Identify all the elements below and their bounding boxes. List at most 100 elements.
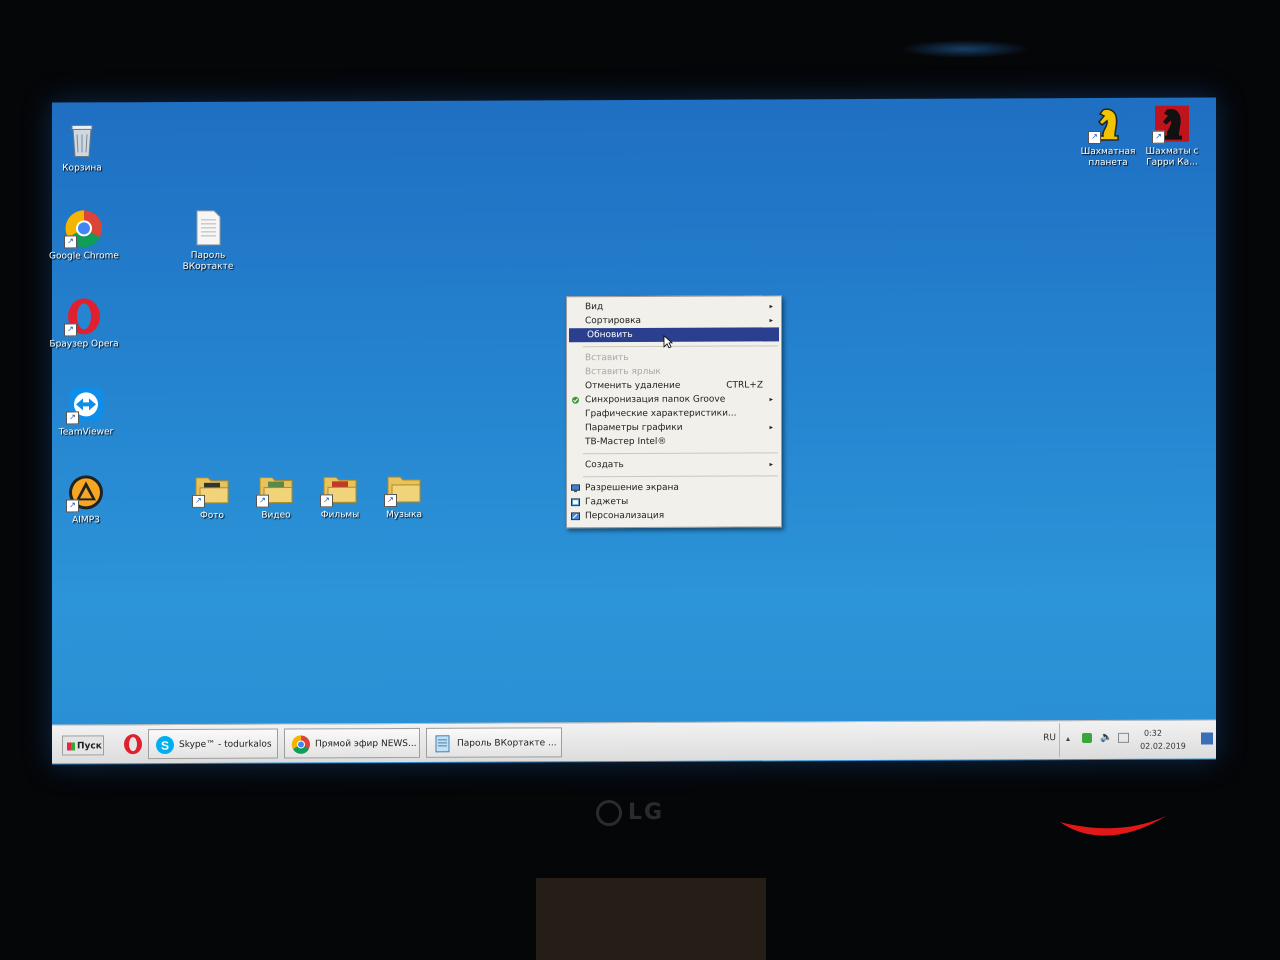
menu-item-label: Синхронизация папок Groove (585, 394, 726, 406)
lg-logo-icon (596, 800, 622, 826)
icon-label: Шахматы с Гарри Ка... (1145, 146, 1199, 168)
menu-item-label: Гаджеты (585, 497, 629, 508)
menu-item-screen-resolution[interactable]: Разрешение экрана (567, 480, 781, 495)
menu-item-label: Персонализация (585, 510, 665, 522)
icon-label: Google Chrome (49, 251, 119, 262)
menu-item-label: Сортировка (585, 315, 642, 327)
monitor-brand-logo: LG (596, 800, 664, 826)
folder-icon: ↗ (384, 467, 424, 508)
show-hidden-icons-icon[interactable]: ▴ (1066, 734, 1070, 743)
mouse-cursor-icon (663, 334, 673, 349)
menu-item-personalization[interactable]: Персонализация (567, 508, 781, 523)
menu-separator (583, 452, 778, 455)
icon-label: Браузер Opera (49, 339, 119, 350)
windows-logo-icon (67, 741, 75, 750)
menu-item-label: Графические характеристики... (585, 408, 737, 420)
submenu-arrow-icon: ▸ (769, 316, 773, 325)
folder-icon: ↗ (320, 467, 360, 508)
teamviewer-icon: ↗ (66, 384, 106, 425)
system-tray: ▴ 🔈 0:32 02.02.2019 (1059, 722, 1216, 758)
icon-label: Пароль ВКортакте (182, 250, 234, 272)
submenu-arrow-icon: ▸ (769, 423, 773, 432)
network-icon[interactable] (1082, 733, 1092, 744)
submenu-arrow-icon: ▸ (769, 302, 773, 311)
bezel-glow (900, 40, 1030, 58)
gadgets-icon (571, 498, 580, 507)
groove-sync-icon (572, 396, 579, 404)
taskbar-item-notepad[interactable]: Пароль ВКортакте ... (426, 727, 562, 758)
menu-item-label: Вставить (585, 353, 629, 364)
task-label: Skype™ - todurkalos (179, 739, 272, 750)
shortcut-arrow-icon: ↗ (64, 235, 77, 249)
taskbar-item-skype[interactable]: S Skype™ - todurkalos (148, 728, 278, 760)
submenu-arrow-icon: ▸ (769, 460, 773, 469)
desktop-icon-google-chrome[interactable]: ↗ Google Chrome (44, 208, 124, 262)
desktop-icon-teamviewer[interactable]: ↗ TeamViewer (46, 384, 126, 438)
icon-label: AIMP3 (72, 515, 100, 526)
desktop-icon-password-file[interactable]: Пароль ВКортакте (168, 208, 248, 273)
monitor-red-accent-icon (1060, 816, 1166, 836)
skype-icon: S (156, 736, 174, 755)
text-file-icon (188, 208, 228, 248)
monitor-icon (571, 484, 580, 493)
chrome-icon (291, 735, 310, 754)
desktop-screen[interactable]: Корзина ↗ Google Chrome Пароль ВКортакте… (49, 97, 1216, 765)
icon-label: Музыка (386, 509, 422, 521)
menu-item-new[interactable]: Создать ▸ (567, 457, 781, 472)
opera-icon: ↗ (64, 296, 104, 337)
desktop-icon-aimp3[interactable]: ↗ AIMP3 (46, 472, 126, 526)
desktop-icon-chess-kasparov[interactable]: ↗ Шахматы с Гарри Ка... (1132, 103, 1212, 168)
language-indicator[interactable]: RU (1043, 733, 1056, 743)
volume-icon[interactable]: 🔈 (1100, 732, 1112, 743)
menu-item-label: Вставить ярлык (585, 366, 661, 378)
shortcut-arrow-icon: ↗ (192, 494, 205, 508)
shortcut-arrow-icon: ↗ (320, 494, 333, 508)
clock-time[interactable]: 0:32 (1128, 729, 1178, 738)
menu-item-view[interactable]: Вид ▸ (567, 299, 781, 314)
menu-item-sort[interactable]: Сортировка ▸ (567, 313, 781, 328)
shortcut-arrow-icon: ↗ (256, 494, 269, 508)
folder-icon: ↗ (192, 468, 232, 508)
chess-knight-icon: ↗ (1088, 104, 1128, 145)
shortcut-arrow-icon: ↗ (1152, 130, 1165, 144)
chrome-icon: ↗ (64, 208, 104, 249)
menu-separator (583, 345, 778, 348)
task-label: Прямой эфир NEWS... (315, 738, 417, 750)
menu-item-label: Создать (585, 460, 624, 471)
desktop-icon-recycle-bin[interactable]: Корзина (42, 120, 122, 174)
menu-item-gadgets[interactable]: Гаджеты (567, 494, 781, 509)
start-label: Пуск (77, 741, 102, 752)
chess-knight-red-icon: ↗ (1152, 104, 1192, 144)
desk-sticker (536, 878, 766, 960)
desktop-icon-opera[interactable]: ↗ Браузер Opera (44, 296, 124, 350)
quicklaunch-opera-icon[interactable] (122, 733, 144, 755)
menu-item-label: Вид (585, 302, 604, 313)
show-desktop-icon[interactable] (1201, 732, 1213, 745)
taskbar-item-chrome[interactable]: Прямой эфир NEWS... (284, 727, 420, 759)
personalization-icon (571, 512, 580, 521)
shortcut-arrow-icon: ↗ (64, 323, 77, 337)
monitor-brand-text: LG (628, 800, 665, 825)
shortcut-arrow-icon: ↗ (66, 499, 79, 513)
menu-item-paste-shortcut: Вставить ярлык (567, 364, 781, 379)
menu-item-shortcut: CTRL+Z (726, 380, 763, 391)
icon-label: Корзина (62, 163, 102, 174)
menu-item-label: Параметры графики (585, 422, 683, 434)
menu-item-refresh[interactable]: Обновить (569, 327, 779, 349)
menu-separator (583, 475, 778, 478)
menu-item-graphics-options[interactable]: Параметры графики ▸ (567, 420, 781, 435)
menu-item-paste: Вставить (567, 350, 781, 365)
menu-item-tv-master[interactable]: ТВ-Мастер Intel® (567, 434, 781, 449)
folder-icon: ↗ (256, 467, 296, 508)
aimp-icon: ↗ (66, 472, 106, 513)
notepad-icon (435, 735, 450, 753)
menu-item-groove-sync[interactable]: Синхронизация папок Groove ▸ (567, 392, 781, 407)
menu-item-graphics-properties[interactable]: Графические характеристики... (567, 406, 781, 421)
menu-item-undo-delete[interactable]: Отменить удаление CTRL+Z (567, 378, 781, 393)
start-button[interactable]: Пуск (62, 735, 104, 756)
desktop-icon-folder-music[interactable]: ↗ Музыка (364, 467, 444, 521)
menu-item-label: Отменить удаление (585, 380, 681, 392)
desktop-context-menu: Вид ▸ Сортировка ▸ Обновить Вставить Вст… (566, 295, 782, 529)
clock-date[interactable]: 02.02.2019 (1128, 742, 1198, 751)
shortcut-arrow-icon: ↗ (66, 411, 79, 425)
